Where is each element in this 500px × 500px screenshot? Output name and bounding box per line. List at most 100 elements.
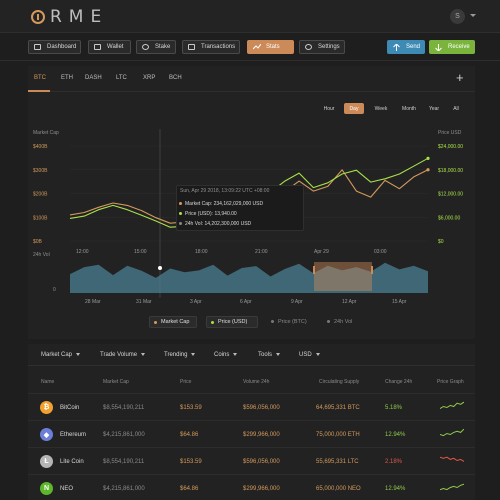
tab-xrp[interactable]: XRP xyxy=(143,75,155,81)
stake-icon xyxy=(142,44,149,50)
price-dot xyxy=(179,212,182,215)
cell-name: BitCoin xyxy=(60,405,80,411)
cell-supply: 55,695,331 LTC xyxy=(316,459,359,465)
col-market-cap[interactable]: Market Cap xyxy=(103,379,129,385)
filter-market-cap[interactable]: Market Cap xyxy=(41,352,81,358)
avatar[interactable]: S xyxy=(450,9,465,24)
chevron-down-icon[interactable] xyxy=(470,14,476,17)
legend-dot xyxy=(327,320,330,323)
add-icon[interactable]: + xyxy=(456,70,464,85)
col-change[interactable]: Change 24h xyxy=(385,379,412,385)
tab-ltc[interactable]: LTC xyxy=(116,75,127,81)
brand-name: RME xyxy=(50,7,109,27)
range-handle-left[interactable] xyxy=(313,266,315,274)
active-tab-indicator xyxy=(28,90,50,92)
sparkline-path xyxy=(440,456,464,462)
nav-settings-button[interactable]: Settings xyxy=(299,40,345,54)
range-day[interactable]: Day xyxy=(344,103,364,114)
right-tick-label: $12,000.00 xyxy=(438,192,463,198)
cell-price: $64.86 xyxy=(180,486,199,492)
nav-label: Wallet xyxy=(107,44,124,50)
price-sparkline xyxy=(440,483,464,491)
tab-btc[interactable]: BTC xyxy=(34,75,46,81)
chevron-down-icon xyxy=(233,352,238,356)
col-price[interactable]: Price xyxy=(180,379,191,385)
brand-logo[interactable]: RME xyxy=(31,7,109,27)
nav-wallet-button[interactable]: Wallet xyxy=(88,40,131,54)
filter-label: Market Cap xyxy=(41,352,73,358)
tab-bch[interactable]: BCH xyxy=(169,75,182,81)
legend-label: Price (USD) xyxy=(218,319,248,325)
legend-24h-vol[interactable]: 24h Vol xyxy=(323,316,363,328)
table-row[interactable]: N NEO $4,215,861,000 $64.86 $299,966,000 65,0… xyxy=(28,474,475,500)
cell-change: 12.94% xyxy=(385,486,406,492)
tab-eth[interactable]: ETH xyxy=(61,75,73,81)
tooltip-date: Sun, Apr 29 2018, 13:09:22 UTC +08:00 xyxy=(180,188,270,194)
range-hour[interactable]: Hour xyxy=(320,103,338,114)
chevron-down-icon xyxy=(276,352,281,356)
monitor-icon xyxy=(34,44,41,50)
cell-market-cap: $4,215,861,000 xyxy=(103,486,145,492)
filter-label: Trending xyxy=(164,352,188,358)
volume-dot xyxy=(179,222,182,225)
send-label: Send xyxy=(406,44,421,50)
cell-change: 2.18% xyxy=(385,459,403,465)
series-end-marker xyxy=(426,156,430,160)
range-month[interactable]: Month xyxy=(398,103,420,114)
range-week[interactable]: Week xyxy=(371,103,391,114)
filter-trending[interactable]: Trending xyxy=(164,352,196,358)
filter-coins[interactable]: Coins xyxy=(214,352,238,358)
tab-dash[interactable]: DASH xyxy=(85,75,102,81)
filter-tools[interactable]: Tools xyxy=(258,352,281,358)
cell-volume: $299,966,000 xyxy=(243,432,280,438)
nav-dashboard-button[interactable]: Dashboard xyxy=(28,40,81,54)
x-tick-label: 18:00 xyxy=(195,249,208,255)
col-volume[interactable]: Volume 24h xyxy=(243,379,269,385)
col-supply[interactable]: Circulating Supply xyxy=(319,379,359,385)
nav-label: Dashboard xyxy=(47,44,77,50)
table-row[interactable]: ₿ BitCoin $8,554,190,211 $153.59 $596,056,00… xyxy=(28,393,475,420)
cell-supply: 75,000,000 ETH xyxy=(316,432,360,438)
range-all[interactable]: All xyxy=(449,103,463,114)
range-selection[interactable] xyxy=(314,262,372,291)
price-sparkline xyxy=(440,428,464,437)
chart-tooltip: Sun, Apr 29 2018, 13:09:22 UTC +08:00 Ma… xyxy=(176,185,304,231)
filter-trade-volume[interactable]: Trade Volume xyxy=(100,352,146,358)
nav-transactions-button[interactable]: Transactions xyxy=(182,40,240,54)
table-row[interactable]: ◆ Ethereum $4,215,861,000 $64.86 $299,966,00… xyxy=(28,420,475,447)
receive-button[interactable]: Receive xyxy=(429,40,475,54)
cell-name: NEO xyxy=(60,486,74,492)
x-tick-label: 21:00 xyxy=(255,249,268,255)
legend-price-usd[interactable]: Price (USD) xyxy=(206,316,258,328)
nav-label: Stats xyxy=(266,44,280,50)
ethereum-icon: ◆ xyxy=(40,428,53,441)
price-sparkline xyxy=(440,401,464,410)
x-tick-label: 15 Apr xyxy=(392,299,407,305)
left-tick-label: $400B xyxy=(33,144,48,150)
left-axis-title: Market Cap xyxy=(33,130,59,136)
table-row[interactable]: Ł Lite Coin $8,554,190,211 $153.59 $596,056,… xyxy=(28,447,475,474)
cell-price: $64.86 xyxy=(180,432,199,438)
send-button[interactable]: Send xyxy=(387,40,425,54)
receive-label: Receive xyxy=(448,44,470,50)
col-name[interactable]: Name xyxy=(41,379,54,385)
legend-dot xyxy=(211,321,214,324)
nav-stats-button[interactable]: Stats xyxy=(247,40,294,54)
range-year[interactable]: Year xyxy=(426,103,442,114)
filter-currency[interactable]: USD xyxy=(299,352,320,358)
col-price-graph[interactable]: Price Graph xyxy=(437,379,464,385)
filter-label: Trade Volume xyxy=(100,352,138,358)
tooltip-market-cap-text: Market Cap: 234,162,029,000 USD xyxy=(185,201,264,207)
sparkline-path xyxy=(440,401,464,410)
cell-change: 12.94% xyxy=(385,432,406,438)
nav-stake-button[interactable]: Stake xyxy=(136,40,176,54)
range-handle-right[interactable] xyxy=(371,266,373,274)
neo-icon: N xyxy=(40,482,53,495)
cell-volume: $299,966,000 xyxy=(243,486,280,492)
legend-market-cap[interactable]: Market Cap xyxy=(149,316,197,328)
right-tick-label: $24,000.00 xyxy=(438,144,463,150)
sparkline-path xyxy=(440,483,464,491)
x-tick-label: 3 Apr xyxy=(190,299,202,305)
legend-dot xyxy=(154,321,157,324)
legend-price-btc[interactable]: Price (BTC) xyxy=(267,316,317,328)
